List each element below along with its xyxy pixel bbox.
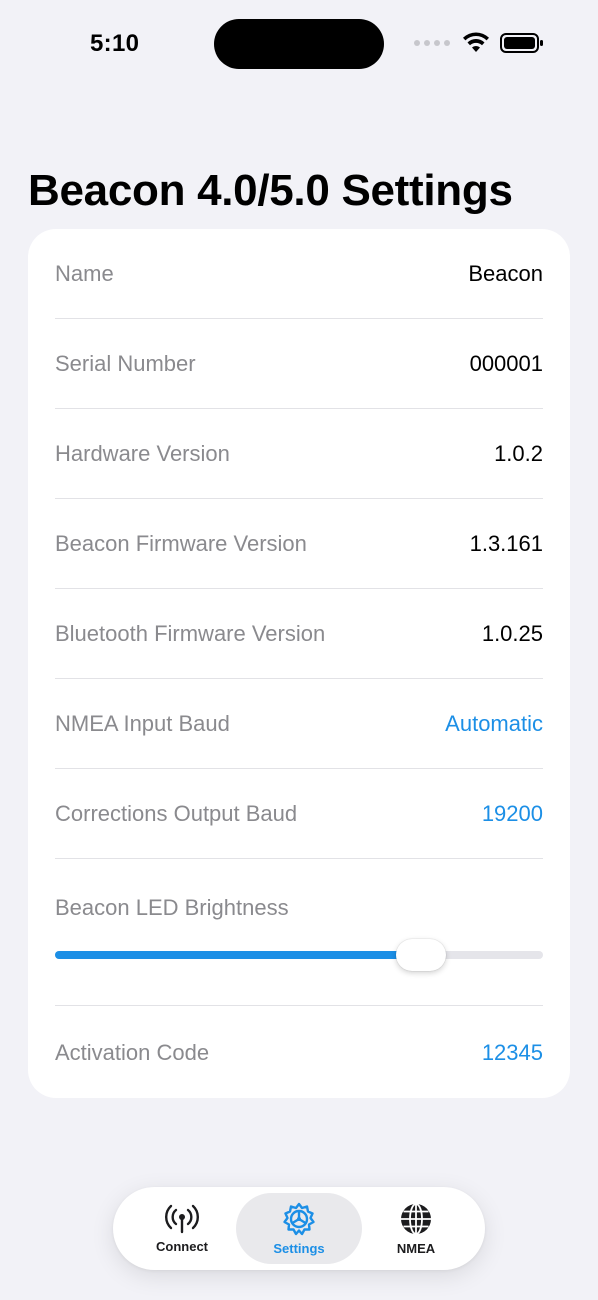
tab-label: Connect — [156, 1238, 208, 1254]
setting-value: 1.3.161 — [469, 530, 543, 556]
setting-label: Activation Code — [55, 1040, 210, 1065]
setting-row-hardware-version: Hardware Version 1.0.2 — [55, 409, 543, 499]
dynamic-island — [214, 19, 384, 69]
page-title: Beacon 4.0/5.0 Settings — [28, 166, 513, 215]
setting-label: Bluetooth Firmware Version — [55, 620, 326, 646]
screen: 5:10 Beacon 4.0/5.0 Settings Name Beacon… — [0, 0, 598, 1300]
wifi-icon — [463, 32, 489, 52]
setting-row-name[interactable]: Name Beacon — [55, 229, 543, 319]
antenna-icon — [165, 1204, 199, 1233]
status-icons — [414, 32, 544, 54]
setting-value: Beacon — [468, 260, 543, 286]
setting-row-led-brightness: Beacon LED Brightness — [55, 859, 543, 1006]
tab-nmea[interactable]: NMEA — [353, 1193, 479, 1264]
tab-bar: Connect Settings NMEA — [113, 1187, 485, 1270]
tab-label: Settings — [273, 1240, 325, 1256]
cellular-signal-icon — [414, 40, 450, 46]
setting-row-bluetooth-firmware: Bluetooth Firmware Version 1.0.25 — [55, 589, 543, 679]
setting-row-corrections-output-baud[interactable]: Corrections Output Baud 19200 — [55, 769, 543, 859]
brightness-slider-fill — [55, 951, 421, 959]
nmea-input-baud-picker[interactable]: Automatic — [445, 711, 543, 737]
setting-label: Beacon LED Brightness — [55, 895, 289, 920]
setting-row-serial-number: Serial Number 000001 — [55, 319, 543, 409]
activation-code-field[interactable]: 12345 — [482, 1040, 543, 1066]
setting-label: Corrections Output Baud — [55, 800, 298, 826]
status-time: 5:10 — [90, 30, 140, 57]
globe-icon — [401, 1202, 431, 1235]
corrections-output-baud-picker[interactable]: 19200 — [482, 801, 543, 827]
tab-label: NMEA — [396, 1240, 436, 1256]
battery-icon — [500, 33, 543, 53]
brightness-slider[interactable] — [55, 939, 543, 971]
setting-label: Beacon Firmware Version — [55, 530, 307, 556]
setting-value: 1.0.2 — [494, 440, 543, 466]
setting-label: Hardware Version — [55, 440, 230, 466]
setting-row-activation-code[interactable]: Activation Code 12345 — [55, 1008, 543, 1098]
gear-icon — [283, 1202, 315, 1235]
brightness-slider-thumb[interactable] — [396, 939, 446, 971]
setting-label: NMEA Input Baud — [55, 710, 230, 736]
tab-connect[interactable]: Connect — [119, 1193, 245, 1264]
setting-row-beacon-firmware: Beacon Firmware Version 1.3.161 — [55, 499, 543, 589]
setting-label: Serial Number — [55, 350, 196, 376]
setting-row-nmea-input-baud[interactable]: NMEA Input Baud Automatic — [55, 679, 543, 769]
settings-card: Name Beacon Serial Number 000001 Hardwar… — [28, 229, 570, 1098]
tab-settings[interactable]: Settings — [236, 1193, 362, 1264]
setting-label: Name — [55, 260, 114, 286]
setting-value: 000001 — [469, 350, 543, 376]
setting-value: 1.0.25 — [481, 620, 543, 646]
